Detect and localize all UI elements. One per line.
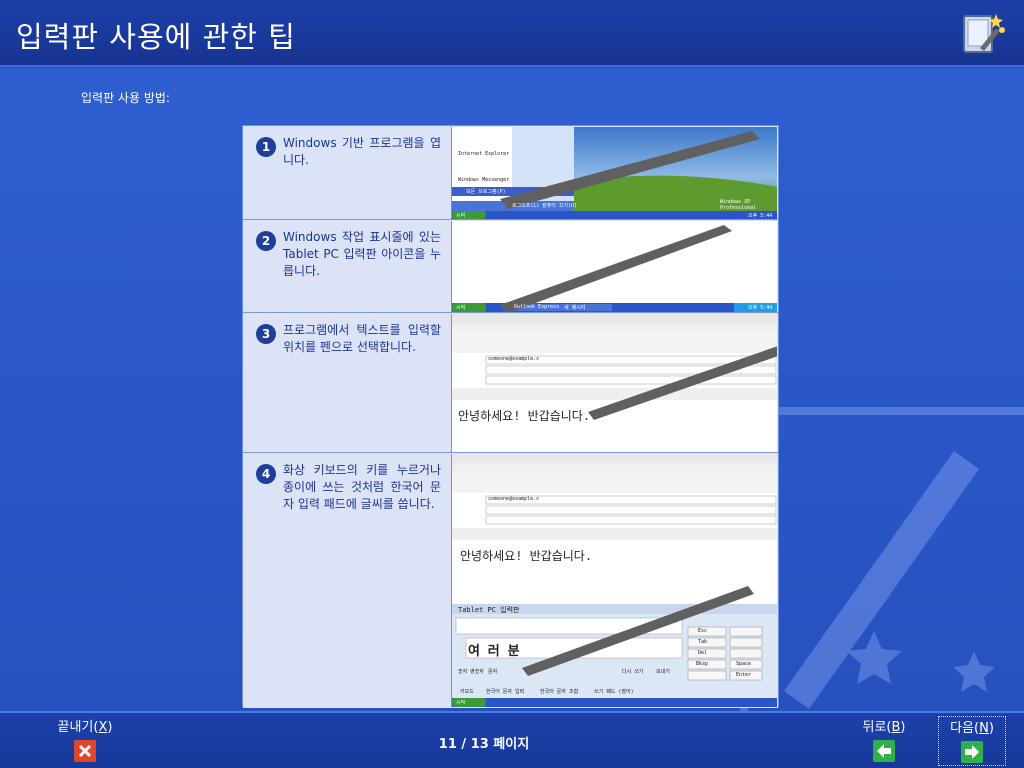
clock: 오후 5:44: [748, 305, 773, 311]
back-button[interactable]: 뒤로(B): [852, 716, 916, 766]
pad-button[interactable]: 영숫자: [470, 668, 484, 675]
step-number: 4: [256, 464, 276, 484]
pad-tab[interactable]: 쓰기 패드 (영어): [594, 688, 634, 695]
handwriting-chars: 여 러 분: [468, 644, 520, 659]
exit-button[interactable]: 끝내기(X): [50, 716, 120, 766]
key-enter[interactable]: Enter: [736, 672, 751, 678]
header-bar: 입력판 사용에 관한 팁: [0, 0, 1024, 67]
content-area: 입력판 사용 방법: 1 Windows 기반 프로그램을 엽니다. Inter…: [0, 69, 1024, 711]
step-2: 2 Windows 작업 표시줄에 있는 Tablet PC 입력판 아이콘을 …: [243, 220, 778, 313]
next-button[interactable]: 다음(N): [938, 716, 1006, 766]
key-tab[interactable]: Tab: [698, 639, 707, 645]
step-text: 화상 키보드의 키를 누르거나 종이에 쓰는 것처럼 한국어 문자 입력 패드에…: [283, 463, 441, 511]
back-label: 뒤로(B): [862, 720, 906, 735]
step-text: Windows 기반 프로그램을 엽니다.: [283, 136, 441, 167]
subtitle: 입력판 사용 방법:: [81, 91, 170, 105]
menu-item: 로그오프(L): [512, 203, 540, 209]
page-title: 입력판 사용에 관한 팁: [16, 20, 296, 54]
menu-item: 컴퓨터 끄기(U): [542, 203, 578, 209]
menu-item: Windows Messenger: [458, 177, 510, 183]
step-number: 3: [256, 324, 276, 344]
pad-tab[interactable]: 한국어 문자 조합: [540, 688, 578, 695]
key-del[interactable]: Del: [698, 650, 707, 656]
pad-button[interactable]: 다시 쓰기: [622, 668, 643, 675]
step-3-screenshot: someone@example.c 안녕하세요! 반갑습니다.: [451, 314, 777, 452]
step-text: 프로그램에서 텍스트를 입력할 위치를 펜으로 선택합니다.: [283, 323, 441, 354]
pad-button[interactable]: 보내기: [656, 668, 670, 675]
key-space[interactable]: Space: [736, 661, 751, 667]
taskbar-item: 새 메시지: [564, 305, 586, 311]
clock: 오후 5:44: [748, 213, 773, 219]
key-bksp[interactable]: Bksp: [696, 661, 708, 667]
start-button: 시작: [456, 305, 466, 311]
menu-item: 모든 프로그램(P): [466, 189, 506, 195]
typed-text: 안녕하세요! 반갑습니다.: [458, 409, 591, 423]
step-4: 4 화상 키보드의 키를 누르거나 종이에 쓰는 것처럼 한국어 문자 입력 패…: [243, 453, 778, 708]
pad-tab[interactable]: 키보드: [460, 688, 474, 695]
start-button: 시작: [456, 700, 466, 706]
key-esc[interactable]: Esc: [698, 628, 707, 634]
step-number: 2: [256, 231, 276, 251]
page-indicator: 11 / 13 페이지: [438, 737, 530, 752]
step-number: 1: [256, 137, 276, 157]
steps-panel: 1 Windows 기반 프로그램을 엽니다. Internet Explore…: [242, 125, 779, 708]
pad-button[interactable]: 문자: [488, 668, 497, 675]
next-label: 다음(N): [950, 721, 994, 736]
step-3: 3 프로그램에서 텍스트를 입력할 위치를 펜으로 선택합니다. someone…: [243, 313, 778, 453]
arrow-left-icon: [873, 740, 895, 762]
email-to-field: someone@example.c: [488, 356, 540, 362]
step-1-screenshot: Internet Explorer Windows Messenger 모든 프…: [451, 127, 777, 219]
footer-bar: 끝내기(X) 11 / 13 페이지 뒤로(B) 다음(N): [0, 711, 1024, 768]
pad-tab[interactable]: 한국어 문자 입력: [486, 688, 524, 695]
pad-button[interactable]: 숫자: [458, 668, 467, 675]
taskbar-item: Outlook Express: [514, 304, 560, 310]
close-icon: [74, 740, 96, 762]
step-1: 1 Windows 기반 프로그램을 엽니다. Internet Explore…: [243, 126, 778, 220]
typed-text: 안녕하세요! 반갑습니다.: [460, 549, 593, 563]
tablet-pen-icon: [963, 14, 1005, 53]
exit-label: 끝내기(X): [57, 720, 113, 735]
start-button: 시작: [456, 213, 466, 219]
email-to-field: someone@example.c: [488, 496, 540, 502]
step-2-screenshot: 시작 Outlook Express 새 메시지 오후 5:44: [451, 221, 777, 312]
step-4-screenshot: someone@example.c 안녕하세요! 반갑습니다. Tablet P…: [451, 454, 777, 707]
menu-item: Internet Explorer: [458, 151, 510, 157]
winxp-label: Windows XP Professional: [720, 199, 757, 211]
step-text: Windows 작업 표시줄에 있는 Tablet PC 입력판 아이콘을 누릅…: [283, 230, 441, 278]
arrow-right-icon: [961, 741, 983, 763]
input-panel-title: Tablet PC 입력판: [458, 606, 520, 614]
